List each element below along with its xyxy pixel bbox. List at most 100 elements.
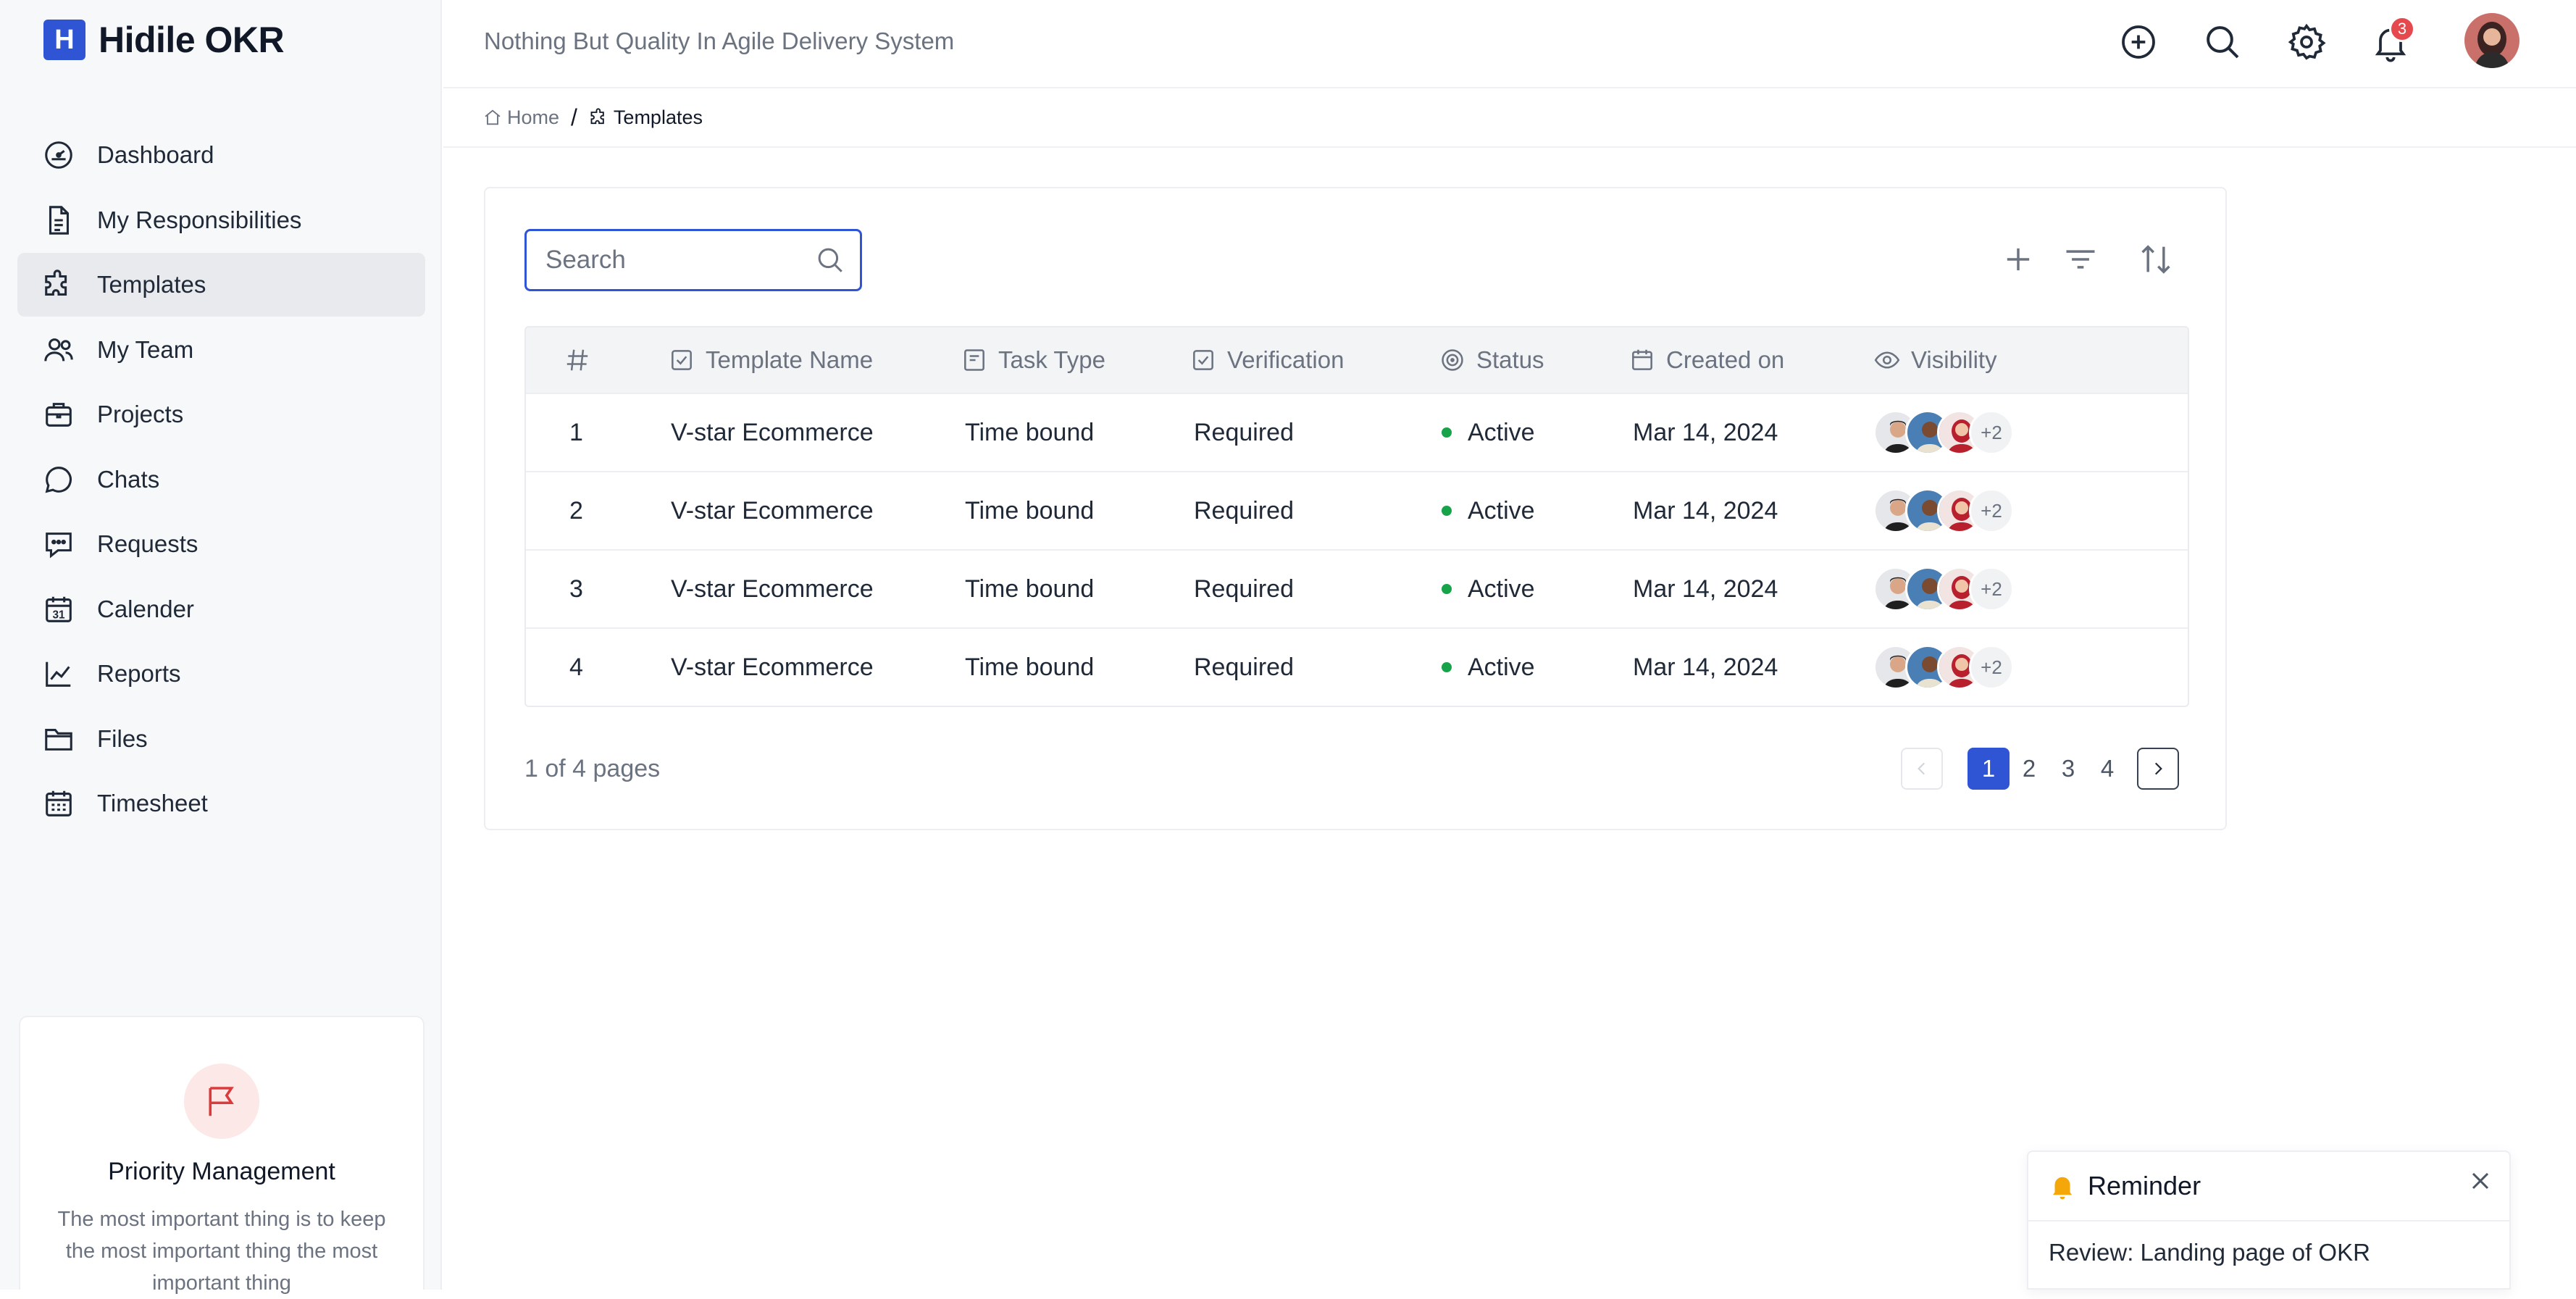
sidebar-item-label: Chats [97,465,160,493]
visibility-avatars[interactable]: +2 [1873,629,2014,706]
cell-created-on: Mar 14, 2024 [1633,496,1778,525]
cell-task-type: Time bound [965,418,1095,446]
sidebar-item-label: Projects [97,401,184,427]
sidebar-item-files[interactable]: Files [17,707,425,771]
sidebar-nav: Dashboard My Responsibilities Templates … [17,123,425,837]
breadcrumb: Home / Templates [443,88,2576,148]
sidebar-item-chats[interactable]: Chats [17,448,425,511]
gear-icon[interactable] [2286,22,2327,62]
pagination: 1 2 3 4 [1901,748,2179,790]
plus-icon[interactable] [1999,241,2037,278]
cell-verification: Required [1194,575,1294,603]
sidebar-item-dashboard[interactable]: Dashboard [17,123,425,187]
sidebar-item-label: Calender [97,595,194,622]
cell-task-type: Time bound [965,575,1095,603]
table-row[interactable]: 3 V-star Ecommerce Time bound Required A… [526,549,2188,627]
header-index[interactable] [564,327,601,393]
search-field[interactable] [524,229,862,291]
sidebar-item-templates[interactable]: Templates [17,253,425,317]
visibility-avatars[interactable]: +2 [1873,551,2014,627]
bell-icon [2052,1177,2073,1200]
table-row[interactable]: 2 V-star Ecommerce Time bound Required A… [526,471,2188,549]
app-tagline: Nothing But Quality In Agile Delivery Sy… [484,28,955,54]
page-button-3[interactable]: 3 [2049,748,2088,790]
visibility-avatars[interactable]: +2 [1873,394,2014,471]
page-button-1[interactable]: 1 [1967,748,2010,790]
cell-verification: Required [1194,653,1294,681]
cell-template-name[interactable]: V-star Ecommerce [671,472,874,549]
table-row[interactable]: 1 V-star Ecommerce Time bound Required A… [526,393,2188,471]
brand-logo: H [43,20,85,60]
header-verification[interactable]: Verification [1189,327,1344,393]
sidebar-item-label: Requests [97,530,198,557]
table-header: Template Name Task Type Verification Sta… [526,327,2188,393]
add-circle-icon[interactable] [2118,22,2159,62]
sidebar-item-calender[interactable]: 31 Calender [17,577,425,641]
status-label: Active [1468,418,1535,446]
cell-index: 1 [569,418,583,446]
status-dot [1442,506,1452,516]
cell-task-type: Time bound [965,653,1095,681]
status-label: Active [1468,575,1535,603]
folder-icon [45,728,72,751]
sidebar-item-label: Reports [97,660,181,687]
sidebar-item-projects[interactable]: Projects [17,383,425,446]
sidebar-item-reports[interactable]: Reports [17,642,425,706]
promo-title: Priority Management [108,1158,335,1185]
prev-page-button[interactable] [1901,748,1943,790]
breadcrumb-home[interactable]: Home [482,106,559,129]
sidebar-item-label: Timesheet [97,790,208,816]
toast-title: Reminder [2088,1171,2201,1200]
next-page-button[interactable] [2137,748,2179,790]
user-avatar[interactable] [2464,13,2519,68]
flag-icon [184,1064,259,1139]
sidebar-item-my-team[interactable]: My Team [17,318,425,382]
sidebar-item-timesheet[interactable]: Timesheet [17,772,425,835]
search-input[interactable] [545,246,814,275]
sidebar-item-my-responsibilities[interactable]: My Responsibilities [17,188,425,252]
visibility-avatars[interactable]: +2 [1873,472,2014,549]
close-icon[interactable] [2466,1166,2495,1195]
search-icon[interactable] [2202,22,2243,62]
eye-icon [1874,351,1900,369]
sidebar-item-label: My Team [97,335,194,363]
avatar-more-count: +2 [1969,410,2014,455]
home-icon [485,109,501,125]
cell-template-name[interactable]: V-star Ecommerce [671,551,874,627]
hash-icon [566,349,588,371]
sidebar-item-requests[interactable]: Requests [17,512,425,576]
brand[interactable]: H Hidile OKR [43,19,285,61]
cell-index: 4 [569,653,583,681]
cell-template-name[interactable]: V-star Ecommerce [671,394,874,471]
table-row[interactable]: 4 V-star Ecommerce Time bound Required A… [526,627,2188,706]
filter-icon[interactable] [2062,241,2099,278]
cell-verification: Required [1194,418,1294,446]
page-button-4[interactable]: 4 [2088,748,2127,790]
status-dot [1442,427,1452,438]
chat-icon [45,466,72,493]
sort-icon[interactable] [2137,241,2175,278]
header-template-name[interactable]: Template Name [668,327,873,393]
cell-template-name[interactable]: V-star Ecommerce [671,629,874,706]
checkbox-icon [672,350,692,370]
page-button-2[interactable]: 2 [2010,748,2049,790]
header-task-type[interactable]: Task Type [961,327,1105,393]
header-created-on[interactable]: Created on [1628,327,1784,393]
templates-table: Template Name Task Type Verification Sta… [524,326,2189,707]
templates-card: Template Name Task Type Verification Sta… [484,187,2227,830]
brand-name: Hidile OKR [99,20,285,60]
search-icon[interactable] [815,245,845,275]
avatar-more-count: +2 [1969,488,2014,533]
puzzle-icon [45,270,67,296]
sidebar-item-label: Dashboard [97,141,214,168]
cell-index: 2 [569,496,583,525]
header-visibility[interactable]: Visibility [1873,327,1997,393]
svg-text:31: 31 [52,609,65,621]
cell-status: Active [1442,551,1535,627]
cell-created-on: Mar 14, 2024 [1633,418,1778,446]
status-label: Active [1468,653,1535,681]
cell-status: Active [1442,472,1535,549]
header-status[interactable]: Status [1439,327,1544,393]
dashboard-icon [45,141,72,169]
puzzle-icon [590,108,604,125]
